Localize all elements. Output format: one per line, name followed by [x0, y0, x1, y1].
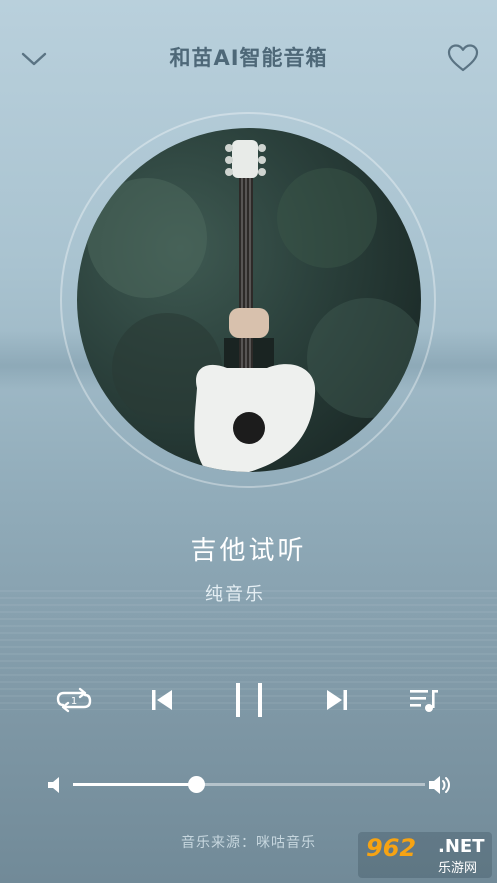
watermark-number: 962 [366, 834, 417, 862]
pause-icon [236, 683, 262, 717]
album-art[interactable] [77, 128, 421, 472]
next-button[interactable] [325, 686, 349, 714]
volume-slider-fill [73, 783, 197, 786]
repeat-mode-button[interactable]: 1 [55, 686, 93, 714]
previous-button[interactable] [150, 686, 174, 714]
guitar-album-image [87, 140, 421, 472]
repeat-one-icon: 1 [56, 687, 92, 713]
play-pause-button[interactable] [232, 681, 266, 719]
volume-slider-thumb[interactable] [188, 776, 206, 793]
skip-previous-icon [152, 690, 172, 710]
watermark-suffix: .NET [438, 836, 485, 857]
volume-high-button[interactable] [427, 773, 453, 797]
watermark-site: 乐游网 [438, 861, 478, 876]
site-watermark: 962 .NET 乐游网 [358, 832, 492, 878]
track-title: 吉他试听 [190, 536, 307, 566]
volume-slider[interactable] [73, 776, 425, 793]
playlist-button[interactable] [408, 686, 440, 714]
like-button[interactable] [446, 42, 480, 74]
repeat-badge: 1 [71, 696, 77, 707]
top-bar: 和苗AI智能音箱 [0, 0, 497, 115]
track-artist: 纯音乐 [205, 584, 265, 605]
volume-low-button[interactable] [46, 775, 64, 795]
page-title: 和苗AI智能音箱 [169, 46, 328, 70]
heart-outline-icon [447, 44, 479, 72]
volume-high-icon [429, 776, 450, 794]
playlist-icon [410, 690, 438, 712]
volume-low-icon [48, 777, 59, 793]
skip-next-icon [327, 690, 347, 710]
